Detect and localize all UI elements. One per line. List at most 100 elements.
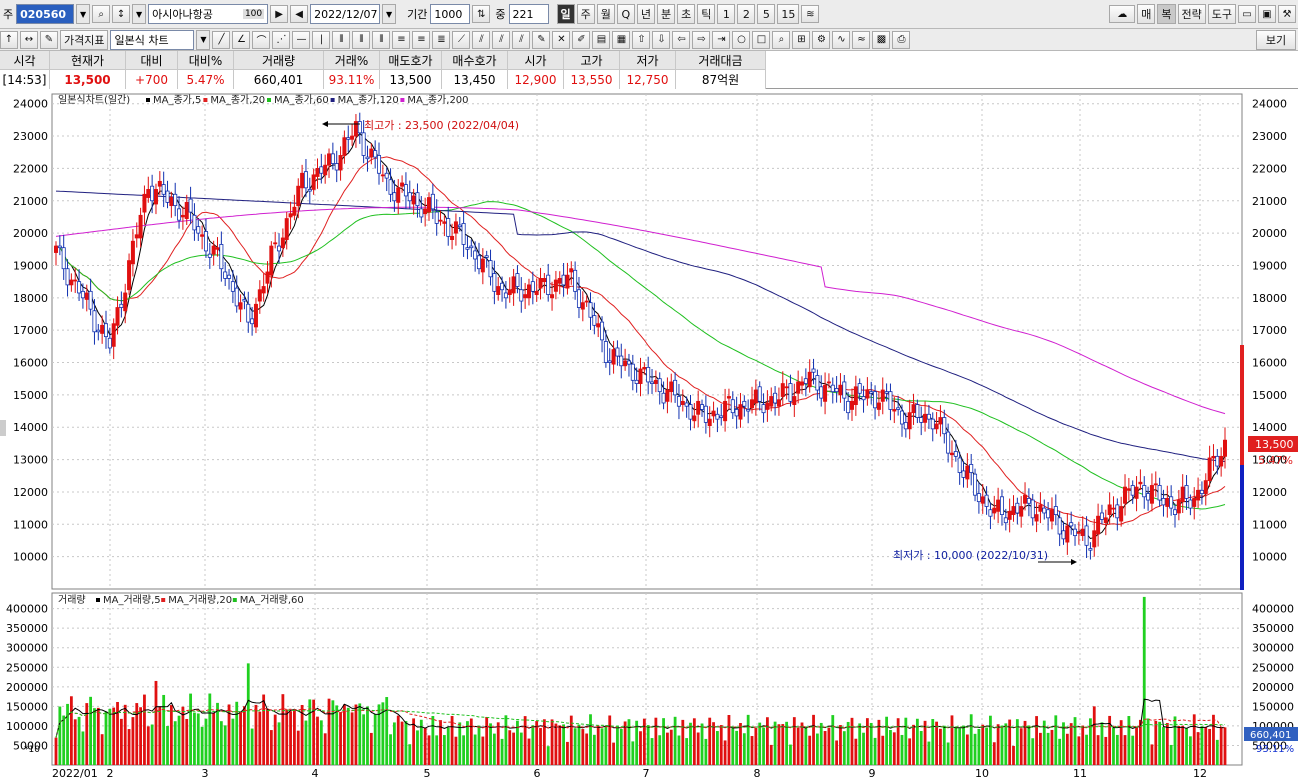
tools-button[interactable]: 도구	[1207, 4, 1236, 24]
folder-icon[interactable]: ▭	[1238, 5, 1256, 23]
diag-icon-2[interactable]: ⫽	[472, 30, 491, 49]
period-15[interactable]: 15	[777, 4, 800, 24]
sort-dropdown[interactable]: ▼	[132, 4, 147, 24]
down-icon[interactable]: ⇩	[652, 30, 671, 49]
period-stepper-icon[interactable]: ⇅	[472, 5, 491, 23]
arrow-up-icon[interactable]: ↑	[0, 30, 18, 49]
angle-icon[interactable]: ∠	[232, 30, 251, 49]
zoom-icon[interactable]: ⌕	[772, 30, 791, 49]
period-week[interactable]: 주	[576, 4, 595, 24]
candle-body	[461, 223, 466, 245]
circle-icon[interactable]: ○	[732, 30, 751, 49]
arc-icon[interactable]: ⌒	[252, 30, 271, 49]
play-icon[interactable]: ▶	[270, 5, 289, 23]
period-1[interactable]: 1	[717, 4, 736, 24]
note-icon[interactable]: ▤	[592, 30, 611, 49]
stock-code-input[interactable]: 020560	[16, 4, 75, 24]
hline-icon[interactable]: —	[292, 30, 311, 49]
candle-body	[600, 321, 605, 341]
sort-icon[interactable]: ↕	[112, 5, 131, 23]
volume-bar	[454, 736, 458, 765]
search-icon[interactable]: ⌕	[92, 5, 111, 23]
period-minute[interactable]: 분	[657, 4, 676, 24]
grid-icon-6[interactable]: ≣	[432, 30, 451, 49]
period-month[interactable]: 월	[596, 4, 615, 24]
grid-icon-5[interactable]: ≡	[412, 30, 431, 49]
period-second[interactable]: 초	[677, 4, 696, 24]
candle-body	[773, 392, 778, 404]
cross-icon[interactable]: ✕	[552, 30, 571, 49]
volume-bar	[739, 723, 742, 765]
up-icon[interactable]: ⇧	[632, 30, 651, 49]
picture-icon[interactable]: ▩	[872, 30, 891, 49]
fan-icon[interactable]: ⋰	[272, 30, 291, 49]
diag-icon-1[interactable]: ⟋	[452, 30, 471, 49]
price-chart[interactable]: 24000 2400023000 2300022000 2200021000 21000…	[0, 90, 1298, 779]
arrow-lr-icon[interactable]: ↔	[20, 30, 38, 49]
grid-icon-4[interactable]: ≡	[392, 30, 411, 49]
pencil-icon[interactable]: ✎	[532, 30, 551, 49]
period-input[interactable]: 1000	[430, 4, 471, 24]
volume-bar	[881, 735, 885, 765]
grid-icon-3[interactable]: ⦀	[372, 30, 391, 49]
left-scroll-handle[interactable]	[0, 420, 6, 436]
quote-value-6: 13,500	[380, 70, 442, 89]
period-2[interactable]: 2	[737, 4, 756, 24]
volume-bar	[954, 726, 958, 765]
period-tick[interactable]: 틱	[697, 4, 716, 24]
back-icon[interactable]: ◀	[290, 5, 309, 23]
period-5[interactable]: 5	[757, 4, 776, 24]
save-icon[interactable]: ▣	[1258, 5, 1276, 23]
strategy-button[interactable]: 전략	[1177, 4, 1206, 24]
current-change-label: 5.47%	[1258, 454, 1293, 467]
zoom-grid-icon[interactable]: ⊞	[792, 30, 811, 49]
candle-body	[146, 189, 151, 198]
candle-body	[973, 473, 978, 496]
candle-body	[430, 193, 435, 210]
chart-type-dropdown[interactable]: ▼	[196, 29, 211, 50]
chart-type-select[interactable]: 일본식 차트	[110, 29, 195, 50]
candle-body	[996, 499, 1001, 512]
candle-body	[1176, 499, 1181, 514]
date-input[interactable]: 2022/12/07	[310, 4, 381, 24]
period-day[interactable]: 일	[556, 4, 575, 24]
stock-code-dropdown[interactable]: ▼	[76, 4, 91, 24]
date-dropdown[interactable]: ▼	[382, 4, 397, 24]
right-icon[interactable]: ⇨	[692, 30, 711, 49]
indicator-button[interactable]: 가격지표	[60, 29, 109, 50]
cloud-icon[interactable]: ☁	[1109, 5, 1136, 23]
settings-icon[interactable]: ⚙	[812, 30, 831, 49]
candle-body	[815, 375, 820, 391]
volume-bar	[815, 733, 819, 765]
sheet-icon[interactable]: ▦	[612, 30, 631, 49]
period-year[interactable]: 년	[636, 4, 655, 24]
print-icon[interactable]: ⎙	[892, 30, 911, 49]
wave-icon[interactable]: ≋	[801, 5, 820, 23]
diag-icon-4[interactable]: ⫽	[512, 30, 531, 49]
edit-icon[interactable]: ✎	[40, 30, 58, 49]
candle-body	[919, 417, 924, 423]
brush-icon[interactable]: ✐	[572, 30, 591, 49]
period-quarter[interactable]: Q	[616, 4, 635, 24]
overlap-input[interactable]: 221	[508, 4, 549, 24]
diag-icon-3[interactable]: ⫽	[492, 30, 511, 49]
volume-bar	[1096, 735, 1100, 765]
square-icon[interactable]: □	[752, 30, 771, 49]
line-icon[interactable]: ╱	[212, 30, 231, 49]
view-button[interactable]: 보기	[1256, 29, 1296, 50]
left-icon[interactable]: ⇦	[672, 30, 691, 49]
grid-icon-1[interactable]: ⦀	[332, 30, 351, 49]
wave-icon-3[interactable]: ≈	[852, 30, 871, 49]
multi-button[interactable]: 복	[1157, 4, 1176, 24]
wave-icon-2[interactable]: ∿	[832, 30, 851, 49]
wrench-icon[interactable]: ⚒	[1278, 5, 1296, 23]
trade-button[interactable]: 매	[1137, 4, 1156, 24]
volume-bar	[312, 699, 316, 765]
export-icon[interactable]: ⇥	[712, 30, 731, 49]
candle-body	[334, 163, 339, 171]
grid-icon-2[interactable]: ⦀	[352, 30, 371, 49]
candle-body	[865, 389, 870, 399]
vline-icon[interactable]: |	[312, 30, 331, 49]
volume-legend-title: 거래량	[58, 594, 86, 606]
quote-value-5: 93.11%	[324, 70, 380, 89]
